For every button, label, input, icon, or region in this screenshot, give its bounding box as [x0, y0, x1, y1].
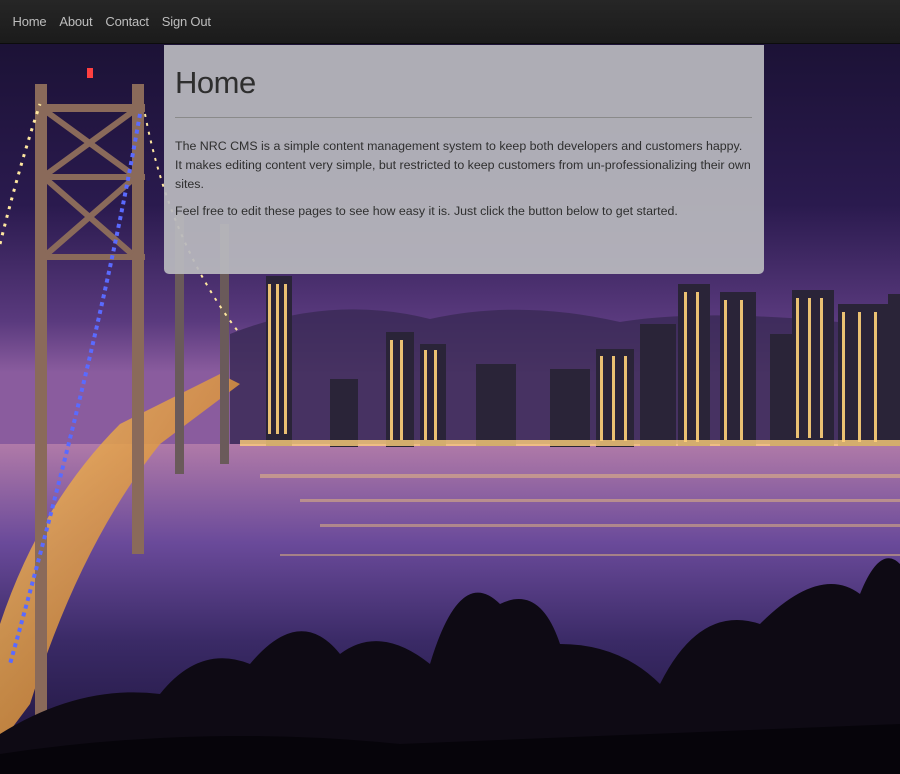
title-divider — [175, 117, 752, 118]
content-panel: Home The NRC CMS is a simple content man… — [164, 45, 764, 274]
instructions-paragraph: Feel free to edit these pages to see how… — [175, 204, 678, 218]
nav-home-link[interactable]: Home — [6, 14, 53, 29]
page-title: Home — [175, 65, 256, 100]
nav-about-link[interactable]: About — [53, 14, 99, 29]
nav-sign-out-link[interactable]: Sign Out — [155, 14, 217, 29]
top-navbar: Home About Contact Sign Out — [0, 0, 900, 44]
nav-contact-link[interactable]: Contact — [99, 14, 155, 29]
intro-paragraph: The NRC CMS is a simple content manageme… — [175, 139, 751, 191]
